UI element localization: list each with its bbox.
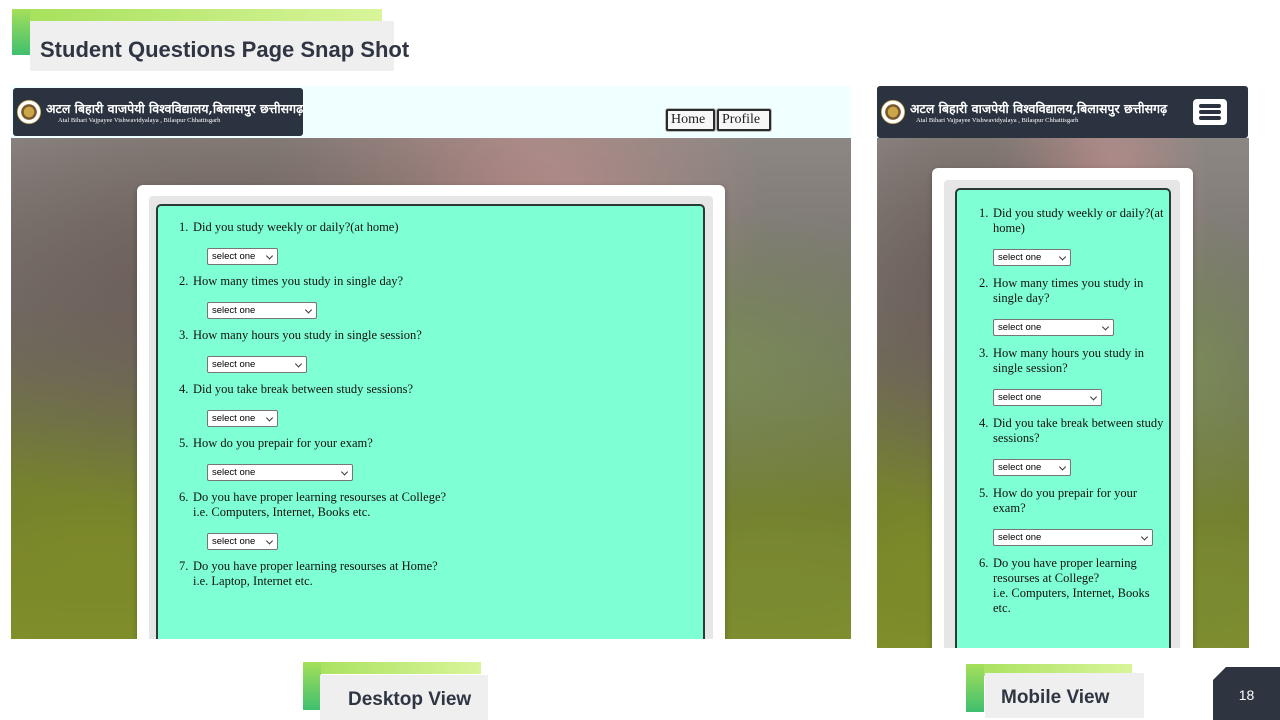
question-item: 6. Do you have proper learning resourses…: [979, 556, 1165, 616]
question-2-select[interactable]: select one: [207, 302, 317, 319]
question-text: Do you have proper learning resourses at…: [993, 556, 1165, 616]
slide-title: Student Questions Page Snap Shot: [30, 21, 409, 71]
question-text: How do you prepair for your exam?: [993, 486, 1138, 515]
profile-button[interactable]: Profile: [717, 109, 771, 131]
chevron-down-icon: [265, 251, 274, 260]
question-item: 5. How do you prepair for your exam? sel…: [979, 486, 1165, 546]
question-text: Did you take break between study session…: [993, 416, 1164, 445]
question-subtext: i.e. Computers, Internet, Books etc.: [993, 586, 1150, 615]
desktop-view-label: Desktop View: [320, 675, 488, 720]
logo-english-text: Atal Bihari Vajpayee Vishwavidyalaya , B…: [916, 117, 1079, 124]
question-text: How many times you study in single day?: [193, 274, 404, 288]
question-3-select[interactable]: select one: [993, 389, 1102, 406]
question-item: 1. Did you study weekly or daily?(at hom…: [179, 220, 693, 265]
question-item: 3. How many hours you study in single se…: [179, 328, 693, 373]
chevron-down-icon: [1058, 252, 1067, 261]
question-text: How many times you study in single day?: [993, 276, 1144, 305]
page-number: 18: [1213, 667, 1280, 720]
questions-form: 1. Did you study weekly or daily?(at hom…: [156, 204, 705, 639]
question-text: How do you prepair for your exam?: [193, 436, 373, 450]
question-item: 3. How many hours you study in single se…: [979, 346, 1165, 406]
questions-form: 1. Did you study weekly or daily?(at hom…: [955, 188, 1171, 648]
chevron-down-icon: [340, 467, 349, 476]
logo-hindi-text: अटल बिहारी वाजपेयी विश्वविद्यालय,बिलासपु…: [910, 101, 1168, 116]
question-2-select[interactable]: select one: [993, 319, 1114, 336]
logo-english-text: Atal Bihari Vajpayee Vishwavidyalaya , B…: [58, 117, 221, 124]
question-item: 2. How many times you study in single da…: [179, 274, 693, 319]
question-5-select[interactable]: select one: [207, 464, 353, 481]
question-item: 2. How many times you study in single da…: [979, 276, 1165, 336]
question-6-select[interactable]: select one: [207, 533, 278, 550]
question-4-select[interactable]: select one: [207, 410, 278, 427]
chevron-down-icon: [265, 536, 274, 545]
chevron-down-icon: [1058, 462, 1067, 471]
question-1-select[interactable]: select one: [993, 249, 1071, 266]
chevron-down-icon: [294, 359, 303, 368]
question-1-select[interactable]: select one: [207, 248, 278, 265]
logo-hindi-text: अटल बिहारी वाजपेयी विश्वविद्यालय,बिलासपु…: [46, 101, 304, 116]
question-text: Did you study weekly or daily?(at home): [993, 206, 1164, 235]
university-emblem-icon: [881, 100, 905, 124]
chevron-down-icon: [1101, 322, 1110, 331]
chevron-down-icon: [265, 413, 274, 422]
question-item: 7. Do you have proper learning resourses…: [179, 559, 693, 589]
question-text: Did you take break between study session…: [193, 382, 414, 396]
question-item: 4. Did you take break between study sess…: [979, 416, 1165, 476]
home-button[interactable]: Home: [666, 109, 715, 131]
chevron-down-icon: [1140, 532, 1149, 541]
question-item: 4. Did you take break between study sess…: [179, 382, 693, 427]
desktop-screenshot: अटल बिहारी वाजपेयी विश्वविद्यालय,बिलासपु…: [11, 86, 851, 639]
question-item: 5. How do you prepair for your exam? sel…: [179, 436, 693, 481]
question-item: 1. Did you study weekly or daily?(at hom…: [979, 206, 1165, 266]
university-emblem-icon: [17, 100, 41, 124]
question-subtext: i.e. Computers, Internet, Books etc.: [193, 505, 371, 519]
chevron-down-icon: [1089, 392, 1098, 401]
question-text: Do you have proper learning resourses at…: [193, 559, 693, 589]
hamburger-menu-icon[interactable]: [1193, 99, 1227, 125]
question-text: Did you study weekly or daily?(at home): [193, 220, 399, 234]
question-5-select[interactable]: select one: [993, 529, 1153, 546]
question-3-select[interactable]: select one: [207, 356, 307, 373]
question-item: 6. Do you have proper learning resourses…: [179, 490, 693, 550]
mobile-screenshot: अटल बिहारी वाजपेयी विश्वविद्यालय,बिलासपु…: [877, 86, 1249, 648]
question-subtext: i.e. Laptop, Internet etc.: [193, 574, 313, 588]
question-text: Do you have proper learning resourses at…: [193, 490, 693, 520]
university-logo[interactable]: अटल बिहारी वाजपेयी विश्वविद्यालय,बिलासपु…: [13, 88, 303, 136]
chevron-down-icon: [304, 305, 313, 314]
question-text: How many hours you study in single sessi…: [193, 328, 422, 342]
question-text: How many hours you study in single sessi…: [993, 346, 1145, 375]
university-header-bar: अटल बिहारी वाजपेयी विश्वविद्यालय,बिलासपु…: [877, 86, 1248, 138]
question-4-select[interactable]: select one: [993, 459, 1071, 476]
mobile-view-label: Mobile View: [985, 673, 1144, 718]
